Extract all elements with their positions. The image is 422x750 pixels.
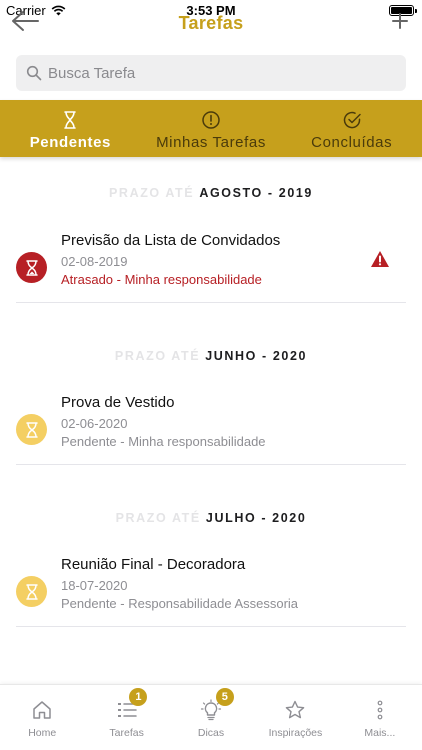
task-status: Pendente - Responsabilidade Assessoria (61, 596, 299, 611)
task-item[interactable]: Prova de Vestido 02-06-2020 Pendente - M… (0, 394, 422, 474)
notification-badge: 5 (215, 688, 234, 706)
tab-label: Concluídas (311, 134, 393, 151)
tabbar-inspiracoes[interactable]: Inspirações (253, 685, 337, 750)
section-prefix: PRAZO ATÉ (115, 511, 201, 525)
section-header: PRAZO ATÉ JUNHO - 2020 (0, 349, 422, 363)
search-icon (26, 65, 42, 81)
add-task-button[interactable] (392, 12, 408, 30)
tabbar-label: Dicas (197, 727, 225, 739)
hourglass-icon (25, 259, 38, 276)
tabbar-home[interactable]: Home (0, 685, 84, 750)
tabbar-dicas[interactable]: 5 Dicas (169, 685, 253, 750)
task-status-icon (16, 252, 47, 283)
tabbar-tarefas[interactable]: 1 Tarefas (84, 685, 168, 750)
plus-icon (392, 13, 408, 29)
notification-badge: 1 (129, 688, 148, 706)
task-status: Pendente - Minha responsabilidade (61, 434, 266, 449)
check-circle-icon (343, 111, 361, 129)
tabbar-mais[interactable]: Mais... (338, 685, 422, 750)
more-icon (377, 700, 383, 720)
section-month: AGOSTO - 2019 (199, 186, 313, 200)
tabbar-label: Home (28, 727, 57, 739)
task-item[interactable]: Previsão da Lista de Convidados 02-08-20… (0, 232, 422, 312)
tab-concluidas[interactable]: Concluídas (281, 100, 422, 157)
section-header: PRAZO ATÉ JULHO - 2020 (0, 511, 422, 525)
search-bar[interactable] (16, 55, 406, 91)
task-date: 02-08-2019 (61, 254, 128, 269)
nav-bar: Tarefas (0, 0, 422, 44)
section-prefix: PRAZO ATÉ (114, 349, 201, 363)
alert-circle-icon (202, 111, 220, 129)
task-status: Atrasado - Minha responsabilidade (61, 272, 262, 287)
warning-icon (371, 251, 389, 267)
task-title: Prova de Vestido (61, 394, 175, 411)
tab-pendentes[interactable]: Pendentes (0, 100, 141, 157)
section-month: JULHO - 2020 (205, 511, 307, 525)
task-item[interactable]: Reunião Final - Decoradora 18-07-2020 Pe… (0, 556, 422, 636)
tab-label: Minhas Tarefas (156, 134, 266, 151)
page-title: Tarefas (178, 13, 244, 33)
task-status-icon (16, 576, 47, 607)
tab-label: Pendentes (29, 134, 111, 151)
section-header: PRAZO ATÉ AGOSTO - 2019 (0, 186, 422, 200)
hourglass-icon (25, 421, 38, 438)
divider (16, 302, 406, 303)
section-month: JUNHO - 2020 (205, 349, 308, 363)
task-date: 18-07-2020 (61, 578, 128, 593)
search-input[interactable] (48, 64, 406, 82)
home-icon (33, 701, 51, 719)
tabbar-label: Tarefas (109, 727, 144, 739)
tabbar-label: Mais... (364, 727, 396, 739)
star-icon (286, 700, 305, 719)
tab-minhas-tarefas[interactable]: Minhas Tarefas (141, 100, 282, 157)
section-prefix: PRAZO ATÉ (109, 186, 195, 200)
divider (16, 626, 406, 627)
filter-tabs: Pendentes Minhas Tarefas Concluídas (0, 100, 422, 157)
task-status-icon (16, 414, 47, 445)
bottom-tab-bar: Home 1 Tarefas 5 Dicas Inspirações Mais.… (0, 684, 422, 750)
task-title: Previsão da Lista de Convidados (61, 232, 281, 249)
hourglass-icon (25, 583, 38, 600)
tabbar-label: Inspirações (268, 727, 323, 739)
task-date: 02-06-2020 (61, 416, 128, 431)
task-title: Reunião Final - Decoradora (61, 556, 246, 573)
hourglass-icon (64, 111, 77, 129)
divider (16, 464, 406, 465)
